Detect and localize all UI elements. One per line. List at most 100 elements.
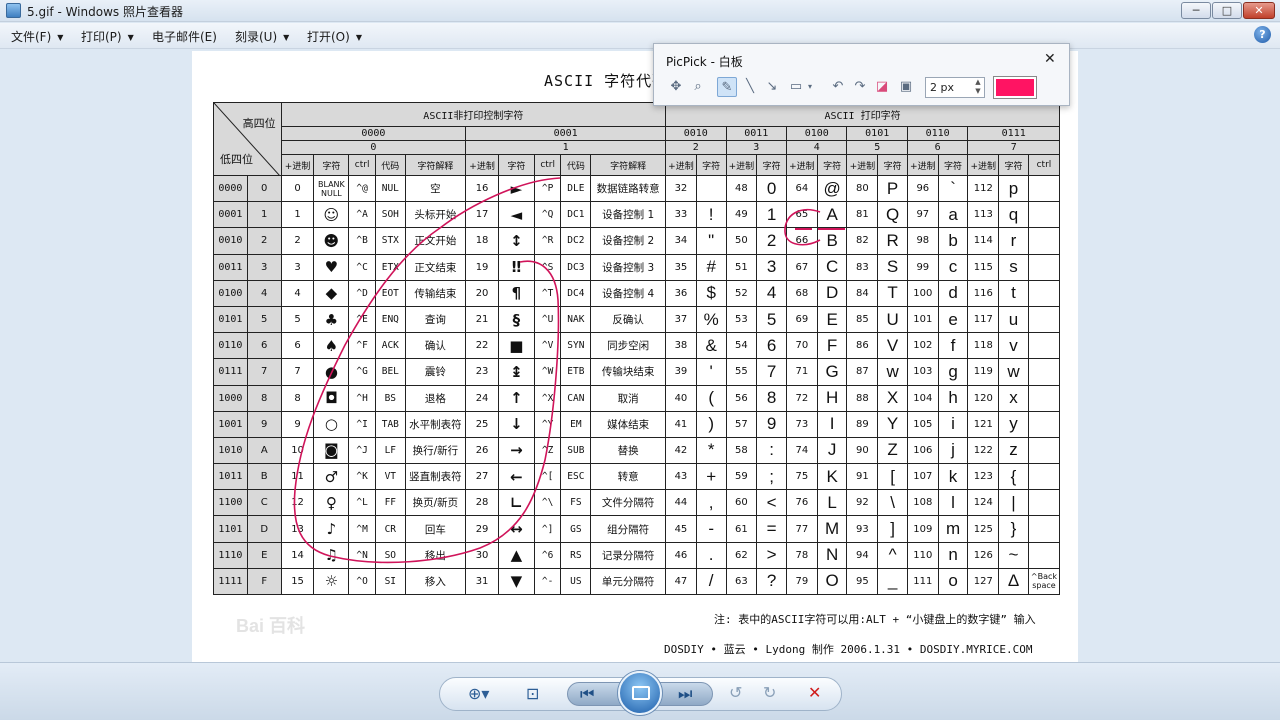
char-cell: e [937, 305, 969, 334]
description-cell: 设备控制 3 [590, 253, 667, 281]
line-width-spinner-icon[interactable]: ▲ ▼ [972, 78, 984, 97]
code-cell: DC1 [560, 201, 592, 229]
help-icon[interactable]: ? [1254, 26, 1271, 43]
delete-icon[interactable]: ✕ [808, 683, 821, 702]
column-sub-header: +进制 [846, 154, 879, 176]
slideshow-button[interactable] [618, 671, 662, 715]
arrow-tool-icon[interactable]: ↘ [762, 77, 782, 97]
high-nibble-binary: 0001 [465, 126, 667, 141]
eraser-icon[interactable]: ◪ [872, 77, 892, 97]
next-image-icon[interactable]: ⏭ [678, 684, 692, 704]
decimal-cell: 71 [786, 358, 818, 386]
code-cell: FF [374, 489, 406, 517]
char-cell: N [816, 541, 848, 569]
column-sub-header: +进制 [465, 154, 499, 176]
ctrl-key-cell: ^D [348, 279, 376, 307]
ctrl-key-cell: ^Q [533, 201, 562, 229]
char-cell: + [695, 463, 727, 491]
redo-icon[interactable]: ↷ [850, 77, 870, 97]
sub-header-row: +进制 字符 ctrl 代码 字符解释 +进制 字符 ctrl 代码 字符解释 +进制 字符 +进制 字符… [214, 154, 1061, 176]
menu-print[interactable]: 打印(P) ▼ [81, 28, 134, 45]
char-cell: k [937, 463, 969, 491]
zoom-tool-icon[interactable]: ⌕ [688, 77, 708, 97]
char-cell: < [756, 489, 787, 517]
char-cell: E [816, 305, 848, 334]
glyph-cell: ☺ [313, 201, 350, 229]
decimal-cell: 14 [280, 541, 315, 569]
glyph-cell: ► [497, 174, 535, 203]
ctrl-key-cell: ^- [533, 567, 562, 596]
high-nibble-binary: 0100 [785, 126, 848, 141]
glyph-cell: ☻ [313, 227, 350, 255]
table-row: 0110 6 6 ♠ ^F ACK 确认 22 ■ ^V SYN 同步空闲 38 & 54 6 70 F 86 V 10… [213, 332, 1061, 360]
pen-tool-icon[interactable]: ✎ [717, 77, 737, 97]
decimal-cell: 8 [280, 384, 315, 412]
undo-icon[interactable]: ↶ [828, 77, 848, 97]
shape-dropdown-icon[interactable]: ▾ [804, 77, 816, 97]
decimal-cell: 18 [465, 227, 499, 255]
picpick-whiteboard-toolbar[interactable]: PicPick - 白板 ✕ ✥ ⌕ ✎ ╲ ↘ ▭ ▾ ↶ ↷ ◪ ▣ 2 p… [653, 43, 1070, 106]
char-cell: \ [877, 489, 908, 517]
char-cell: j [937, 436, 969, 465]
decimal-cell: 46 [665, 541, 697, 569]
code-cell: EM [560, 410, 592, 438]
glyph-cell: ↓ [497, 410, 535, 438]
picpick-title: PicPick - 白板 [666, 55, 743, 69]
ctrl-key-cell: ^[ [533, 463, 562, 491]
decimal-cell: 50 [725, 227, 758, 255]
previous-image-icon[interactable]: ⏮ [580, 684, 594, 704]
glyph-cell: ¶ [497, 279, 535, 307]
code-cell: TAB [374, 410, 406, 438]
move-tool-icon[interactable]: ✥ [666, 77, 686, 97]
color-picker[interactable] [993, 76, 1037, 99]
char-cell: . [695, 541, 727, 569]
rotate-right-icon[interactable]: ↻ [763, 683, 776, 702]
column-sub-header: +进制 [906, 154, 939, 176]
column-sub-header: 字符 [998, 154, 1029, 176]
menu-burn[interactable]: 刻录(U) ▼ [235, 28, 289, 45]
maximize-button[interactable]: □ [1212, 2, 1242, 19]
char-cell: f [937, 332, 969, 360]
decimal-cell: 35 [665, 253, 697, 281]
decimal-cell: 9 [280, 410, 315, 438]
char-cell: B [816, 227, 848, 255]
glyph-cell: ♪ [313, 515, 350, 543]
close-window-button[interactable]: ✕ [1243, 2, 1275, 19]
char-cell: n [937, 541, 969, 569]
fit-window-icon[interactable]: ⊡ [526, 684, 539, 703]
menu-email[interactable]: 电子邮件(E) [152, 28, 217, 45]
rectangle-tool-icon[interactable]: ▭ [786, 77, 806, 97]
glyph-cell: § [497, 305, 535, 334]
char-cell [695, 174, 727, 203]
low-nibble-binary: 1110 [213, 541, 248, 569]
code-cell: GS [560, 515, 592, 543]
char-cell: d [937, 279, 969, 307]
minimize-button[interactable]: ─ [1181, 2, 1211, 19]
char-cell: / [695, 567, 727, 596]
code-cell: US [560, 567, 592, 596]
rotate-left-icon[interactable]: ↺ [729, 683, 742, 702]
low-nibble-hex: 9 [246, 410, 282, 438]
description-cell: 正文开始 [404, 227, 467, 255]
decimal-cell: 123 [967, 463, 1000, 491]
ctrl-key-cell: ^V [533, 332, 562, 360]
print-group-header: ASCII 打印字符 [665, 102, 1060, 127]
char-cell: : [756, 436, 787, 465]
char-cell: ; [756, 463, 787, 491]
decimal-cell: 89 [846, 410, 879, 438]
menu-file[interactable]: 文件(F) ▼ [11, 28, 63, 45]
code-cell: NUL [374, 174, 406, 203]
menu-open[interactable]: 打开(O) ▼ [307, 28, 362, 45]
glyph-cell: ♂ [313, 463, 350, 491]
line-tool-icon[interactable]: ╲ [740, 77, 760, 97]
zoom-icon[interactable]: ⊕▾ [468, 684, 489, 703]
clear-icon[interactable]: ▣ [896, 77, 916, 97]
decimal-cell: 15 [280, 567, 315, 596]
char-cell: 7 [756, 358, 787, 386]
column-sub-header: ctrl [348, 154, 376, 176]
decimal-cell: 54 [725, 332, 758, 360]
picpick-close-button[interactable]: ✕ [1044, 51, 1056, 67]
glyph-cell: ◙ [313, 436, 350, 465]
decimal-cell: 72 [786, 384, 818, 412]
ctrl-key-cell: ^@ [348, 174, 376, 203]
